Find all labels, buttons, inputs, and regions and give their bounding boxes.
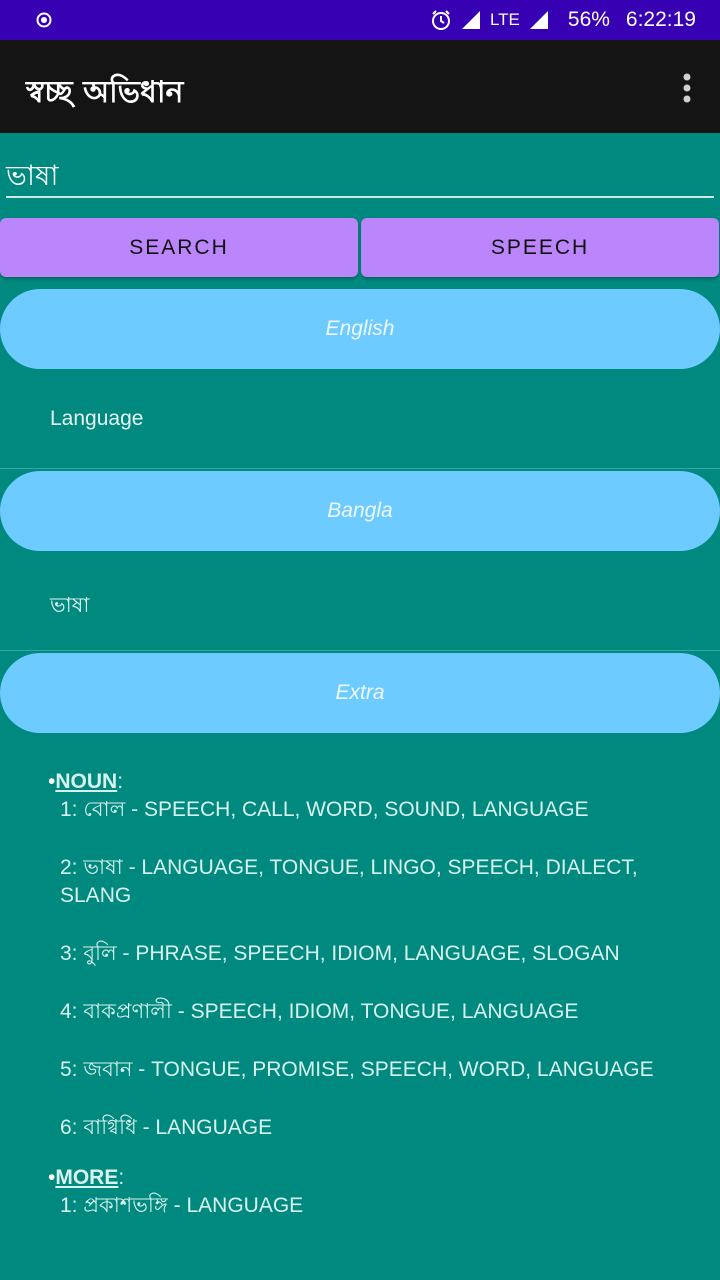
overflow-menu-icon[interactable] — [682, 72, 692, 104]
alarm-icon — [431, 10, 450, 30]
more-list: 1: প্রকাশভঙ্গি - LANGUAGE — [48, 1192, 688, 1220]
definition-entry: 1: বোল - SPEECH, CALL, WORD, SOUND, LANG… — [60, 798, 589, 821]
noun-list: 1: বোল - SPEECH, CALL, WORD, SOUND, LANG… — [48, 796, 688, 1142]
search-input[interactable]: ভাষা — [6, 150, 714, 198]
english-translation: Language — [50, 407, 144, 430]
english-section-header[interactable]: English — [0, 289, 720, 369]
status-bar: LTE 56% 6:22:19 — [0, 0, 720, 40]
clock: 6:22:19 — [625, 8, 696, 31]
bangla-translation: ভাষা — [50, 594, 90, 617]
definition-entry: 1: প্রকাশভঙ্গি - LANGUAGE — [60, 1194, 304, 1217]
definition-entry: 3: বুলি - PHRASE, SPEECH, IDIOM, LANGUAG… — [60, 942, 620, 965]
extra-content: •NOUN: 1: বোল - SPEECH, CALL, WORD, SOUN… — [48, 770, 688, 1244]
definition-entry: 2: ভাষা - LANGUAGE, TONGUE, LINGO, SPEEC… — [60, 856, 638, 907]
signal-icon-2 — [529, 11, 548, 29]
more-heading: •MORE: — [48, 1166, 125, 1189]
divider — [0, 650, 720, 651]
definition-entry: 4: বাকপ্রণালী - SPEECH, IDIOM, TONGUE, L… — [60, 1000, 579, 1023]
more-label: MORE — [55, 1166, 119, 1189]
definition-entry: 6: বাগ্বিধি - LANGUAGE — [60, 1116, 273, 1139]
app-title: স্বচ্ছ অভিধান — [26, 75, 184, 110]
battery-percent: 56% — [567, 8, 610, 31]
speech-button[interactable]: SPEECH — [361, 218, 719, 277]
noun-heading: •NOUN: — [48, 770, 124, 793]
record-icon — [36, 12, 52, 28]
extra-section-header[interactable]: Extra — [0, 653, 720, 733]
signal-icon — [461, 11, 480, 29]
noun-label: NOUN — [55, 770, 118, 793]
search-button[interactable]: SEARCH — [0, 218, 358, 277]
divider — [0, 468, 720, 469]
network-type: LTE — [489, 10, 520, 29]
search-input-value: ভাষা — [6, 159, 59, 192]
app-bar: স্বচ্ছ অভিধান — [0, 40, 720, 133]
definition-entry: 5: জবান - TONGUE, PROMISE, SPEECH, WORD,… — [60, 1058, 654, 1081]
bangla-section-header[interactable]: Bangla — [0, 471, 720, 551]
